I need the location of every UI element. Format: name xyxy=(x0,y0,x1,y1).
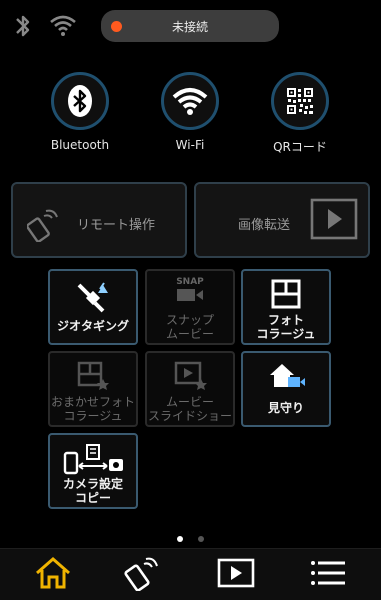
camera-settings-copy-tile[interactable]: カメラ設定 コピー xyxy=(48,433,138,509)
bluetooth-label: Bluetooth xyxy=(50,138,110,152)
settings-copy-icon xyxy=(50,443,136,475)
remote-control-label: リモート操作 xyxy=(77,218,156,233)
wifi-label: Wi-Fi xyxy=(175,138,205,152)
auto-photo-collage-tile[interactable]: おまかせフォト コラージュ xyxy=(48,351,138,427)
page-indicator xyxy=(0,527,381,546)
slideshow-icon xyxy=(147,361,233,393)
page-dot-2[interactable] xyxy=(198,536,205,542)
page-dot-1[interactable] xyxy=(176,536,183,542)
bluetooth-button[interactable]: Bluetooth xyxy=(40,72,120,152)
camera-settings-copy-label: カメラ設定 コピー xyxy=(62,477,123,505)
image-transfer-button[interactable]: 画像転送 xyxy=(194,182,370,258)
satellite-icon xyxy=(50,279,136,313)
playback-icon xyxy=(310,197,358,245)
bottom-nav xyxy=(0,548,381,600)
qr-code-label: QRコード xyxy=(273,140,327,154)
wifi-button[interactable]: Wi-Fi xyxy=(150,72,230,152)
wifi-icon xyxy=(161,72,219,130)
nav-home[interactable] xyxy=(28,557,78,593)
nav-playback[interactable] xyxy=(211,557,261,593)
status-bar: 未接続 xyxy=(0,0,381,52)
connection-status[interactable]: 未接続 xyxy=(101,10,279,42)
playback-icon xyxy=(217,558,255,592)
qr-code-icon xyxy=(271,72,329,130)
snap-movie-tile[interactable]: SNAP スナップ ムービー xyxy=(145,269,235,345)
home-camera-icon xyxy=(243,361,329,393)
geotagging-label: ジオタギング xyxy=(56,319,129,333)
menu-icon xyxy=(309,558,347,592)
auto-collage-icon xyxy=(50,361,136,393)
collage-icon xyxy=(243,279,329,311)
snap-movie-label: スナップ ムービー xyxy=(165,313,214,341)
image-transfer-label: 画像転送 xyxy=(238,218,291,233)
nav-menu[interactable] xyxy=(303,557,353,593)
movie-slideshow-label: ムービー スライドショー xyxy=(147,395,232,423)
wifi-status-icon xyxy=(48,14,78,42)
photo-collage-tile[interactable]: フォト コラージュ xyxy=(241,269,331,345)
connection-status-label: 未接続 xyxy=(171,20,208,34)
monitoring-label: 見守り xyxy=(267,401,304,415)
qr-code-button[interactable]: QRコード xyxy=(260,72,340,155)
auto-photo-collage-label: おまかせフォト コラージュ xyxy=(50,395,135,423)
snap-movie-icon: SNAP xyxy=(147,277,233,309)
bluetooth-icon xyxy=(51,72,109,130)
geotagging-tile[interactable]: ジオタギング xyxy=(48,269,138,345)
monitoring-tile[interactable]: 見守り xyxy=(241,351,331,427)
remote-icon xyxy=(123,555,161,595)
nav-remote[interactable] xyxy=(117,557,167,593)
remote-control-button[interactable]: リモート操作 xyxy=(11,182,187,258)
photo-collage-label: フォト コラージュ xyxy=(256,313,316,341)
home-icon xyxy=(34,556,72,594)
movie-slideshow-tile[interactable]: ムービー スライドショー xyxy=(145,351,235,427)
remote-icon xyxy=(26,206,61,246)
bluetooth-status-icon xyxy=(12,10,34,46)
